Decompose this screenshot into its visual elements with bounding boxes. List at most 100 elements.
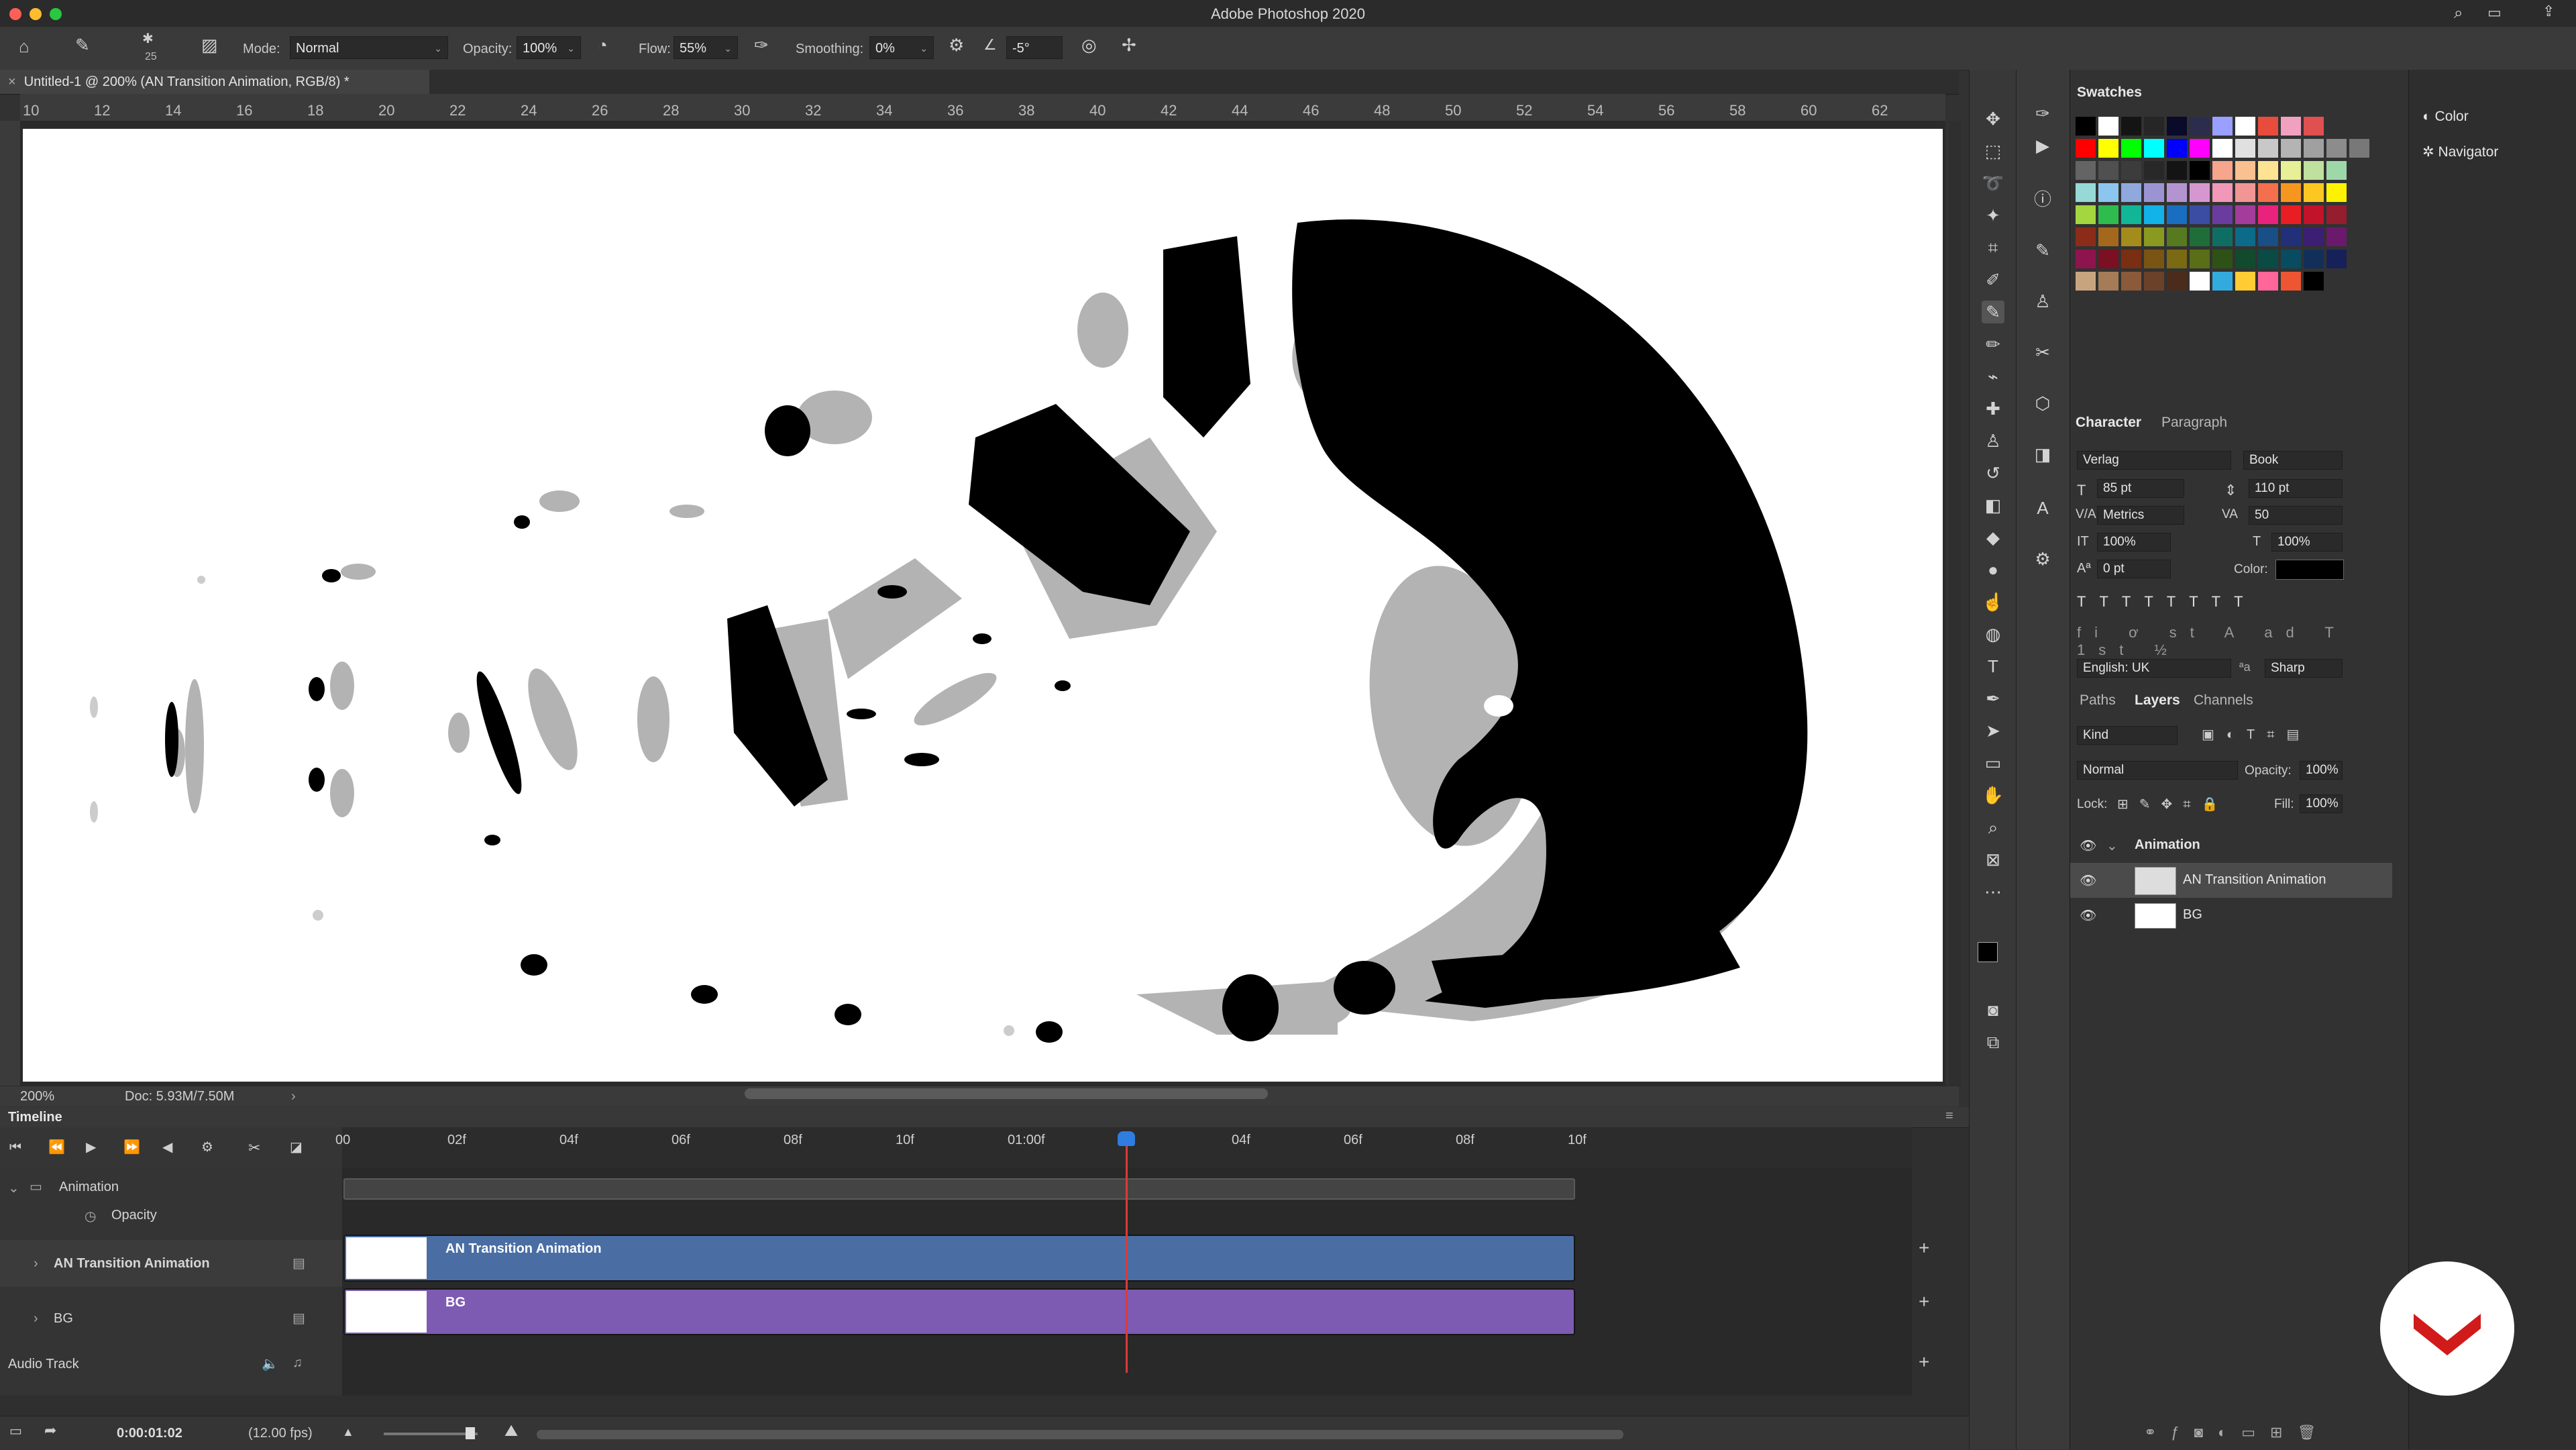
layer-row-an-transition[interactable]: 👁 AN Transition Animation [2070, 863, 2392, 898]
color-swatch[interactable] [2144, 161, 2164, 180]
color-swatch[interactable] [2098, 250, 2118, 268]
canvas-horizontal-scrollbar[interactable] [745, 1088, 1268, 1099]
color-swatch[interactable] [2304, 117, 2324, 136]
text-style-buttons[interactable]: TTTTTTTT [2077, 593, 2359, 611]
pressure-opacity-icon[interactable]: ◔ [597, 36, 608, 54]
timeline-layer-row[interactable]: › BG ▤ [0, 1295, 342, 1342]
info-icon[interactable]: ⓘ [2031, 188, 2054, 211]
speaker-icon[interactable]: 🔈 [262, 1355, 278, 1372]
smoothing-settings-icon[interactable]: ⚙ [949, 36, 964, 54]
color-swatch[interactable] [2212, 183, 2233, 202]
color-swatch[interactable] [2144, 139, 2164, 158]
group-track-bar[interactable] [343, 1178, 1575, 1200]
leading-field[interactable]: 110 pt [2249, 479, 2343, 498]
screen-mode-icon[interactable]: ⧉ [1982, 1031, 2004, 1053]
adjustments-icon[interactable]: ◨ [2031, 443, 2054, 466]
color-swatch[interactable] [2326, 205, 2347, 224]
play-icon[interactable]: ▶ [86, 1141, 96, 1154]
color-swatch[interactable] [2212, 272, 2233, 291]
filter-kind-select[interactable]: Kind [2077, 726, 2178, 745]
actions-play-icon[interactable]: ▶ [2031, 134, 2054, 157]
lasso-tool-icon[interactable]: ➰ [1982, 172, 2004, 195]
clone-stamp-icon[interactable]: ♙ [1982, 429, 2004, 452]
brush-settings-icon[interactable]: ▨ [201, 36, 218, 54]
color-swatch[interactable] [2190, 205, 2210, 224]
color-swatch[interactable] [2098, 139, 2118, 158]
color-swatch[interactable] [2167, 250, 2187, 268]
zoom-tool-icon[interactable]: ⌕ [1982, 816, 2004, 839]
color-swatch[interactable] [2144, 117, 2164, 136]
color-swatch[interactable] [2212, 117, 2233, 136]
color-swatch[interactable] [2167, 183, 2187, 202]
zoom-out-icon[interactable]: ▲ [342, 1426, 354, 1438]
color-swatch[interactable] [2281, 250, 2301, 268]
music-note-icon[interactable]: ♫ [292, 1355, 303, 1371]
color-swatch[interactable] [2304, 205, 2324, 224]
color-swatch[interactable] [2212, 227, 2233, 246]
color-swatch[interactable] [2121, 183, 2141, 202]
color-swatch[interactable] [2098, 161, 2118, 180]
baseline-shift-field[interactable]: 0 pt [2097, 560, 2171, 578]
kerning-field[interactable]: Metrics [2097, 506, 2184, 525]
tracking-field[interactable]: 50 [2249, 506, 2343, 525]
canvas-vertical-scrollbar[interactable] [1949, 121, 1961, 1087]
tool-presets-icon[interactable]: ✂ [2031, 341, 2054, 364]
video-clip[interactable]: BG [343, 1288, 1575, 1335]
properties-icon[interactable]: ⚙ [2031, 548, 2054, 570]
lock-icons[interactable]: ⊞✎✥⌗🔒 [2117, 796, 2229, 813]
visibility-eye-icon[interactable]: 👁 [2080, 907, 2096, 924]
color-swatch[interactable] [2258, 139, 2278, 158]
color-swatch[interactable] [2281, 227, 2301, 246]
color-swatch[interactable] [2258, 183, 2278, 202]
color-swatch[interactable] [2190, 272, 2210, 291]
color-panel-button[interactable]: ◐ Color [2422, 109, 2469, 125]
color-swatch[interactable] [2281, 117, 2301, 136]
color-swatch[interactable] [2190, 161, 2210, 180]
font-family-select[interactable]: Verlag [2077, 451, 2231, 470]
color-swatch[interactable] [2235, 117, 2255, 136]
color-swatch[interactable] [2076, 161, 2096, 180]
zoom-level[interactable]: 200% [20, 1089, 54, 1104]
color-swatch[interactable] [2326, 250, 2347, 268]
color-swatch[interactable] [2326, 139, 2347, 158]
zoom-slider-thumb[interactable] [466, 1427, 475, 1439]
rectangle-tool-icon[interactable]: ▭ [1982, 752, 2004, 774]
color-swatch[interactable] [2212, 161, 2233, 180]
foreground-color-swatch[interactable] [1978, 942, 1998, 962]
color-swatch[interactable] [2144, 183, 2164, 202]
chevron-right-icon[interactable]: › [291, 1089, 296, 1104]
frame-tool-icon[interactable]: ⊠ [1982, 848, 2004, 871]
color-swatch[interactable] [2144, 250, 2164, 268]
visibility-eye-icon[interactable]: 👁 [2080, 837, 2096, 854]
document-tab[interactable]: × Untitled-1 @ 200% (AN Transition Animat… [0, 70, 429, 94]
move-tool-icon[interactable]: ✥ [1982, 107, 2004, 130]
blur-tool-icon[interactable]: ● [1982, 558, 2004, 581]
audio-track-row[interactable]: Audio Track 🔈 ♫ [0, 1354, 342, 1377]
document-canvas[interactable] [23, 129, 1943, 1082]
color-swatch[interactable] [2098, 117, 2118, 136]
flow-field[interactable]: 55% ⌄ [674, 36, 738, 59]
add-audio-icon[interactable]: + [1919, 1351, 1929, 1373]
color-swatch[interactable] [2121, 117, 2141, 136]
color-swatch[interactable] [2121, 161, 2141, 180]
color-swatch[interactable] [2212, 139, 2233, 158]
quick-mask-icon[interactable]: ◙ [1982, 998, 2004, 1021]
airbrush-icon[interactable]: ✑ [754, 36, 769, 54]
color-swatch[interactable] [2235, 227, 2255, 246]
layers-tab[interactable]: Layers [2135, 692, 2180, 709]
character-tab[interactable]: Character [2076, 415, 2141, 431]
color-swatch[interactable] [2098, 183, 2118, 202]
history-brush-icon[interactable]: ↺ [1982, 462, 2004, 484]
mode-select[interactable]: Normal ⌄ [290, 36, 448, 59]
color-swatch[interactable] [2121, 139, 2141, 158]
color-swatch[interactable] [2144, 227, 2164, 246]
color-swatch[interactable] [2167, 227, 2187, 246]
path-selection-icon[interactable]: ➤ [1982, 719, 2004, 742]
color-swatch[interactable] [2121, 272, 2141, 291]
first-frame-icon[interactable]: ⏮ [9, 1141, 21, 1154]
color-swatch[interactable] [2144, 272, 2164, 291]
paint-bucket-icon[interactable]: ◆ [1982, 526, 2004, 549]
playhead-line[interactable] [1126, 1131, 1128, 1373]
color-swatch[interactable] [2121, 250, 2141, 268]
color-swatch[interactable] [2235, 205, 2255, 224]
